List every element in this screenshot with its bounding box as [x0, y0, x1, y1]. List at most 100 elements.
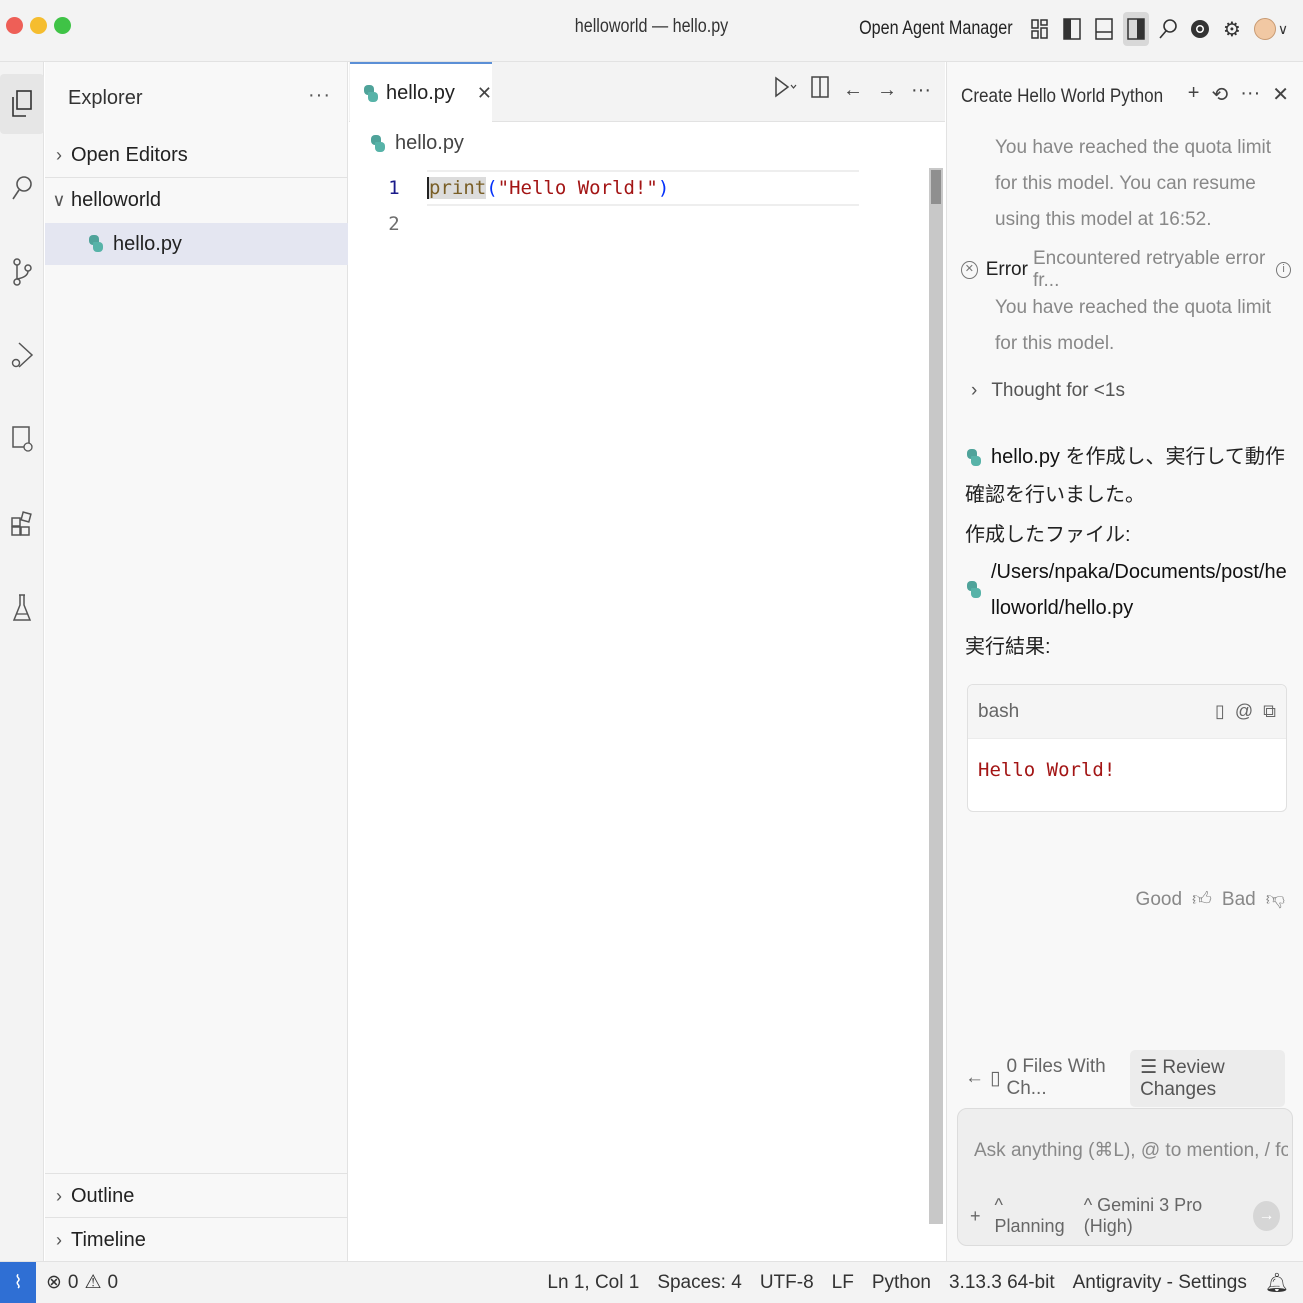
- indentation[interactable]: Spaces: 4: [657, 1272, 742, 1294]
- new-chat-icon[interactable]: +: [1188, 82, 1200, 107]
- python-interpreter[interactable]: 3.13.3 64-bit: [949, 1272, 1055, 1294]
- files-changed-row: ← ▯ 0 Files With Ch... ☰ Review Changes: [965, 1049, 1285, 1107]
- outline-label: Outline: [71, 1184, 135, 1207]
- close-icon[interactable]: ✕: [477, 83, 492, 104]
- chevron-right-icon: ›: [56, 1229, 62, 1250]
- end-of-line[interactable]: LF: [832, 1272, 854, 1294]
- more-actions-icon[interactable]: ···: [1240, 82, 1260, 107]
- thumbs-up-icon[interactable]: 👍︎: [1192, 888, 1212, 911]
- line-number: 2: [388, 213, 400, 235]
- python-file-icon: [87, 234, 105, 254]
- mention-icon[interactable]: @: [1235, 701, 1253, 722]
- settings-link[interactable]: Antigravity - Settings: [1073, 1272, 1247, 1294]
- minimize-window-button[interactable]: [30, 17, 47, 34]
- open-agent-manager-button[interactable]: Open Agent Manager: [859, 18, 1013, 40]
- error-icon: ✕: [961, 261, 978, 279]
- mode-selector[interactable]: ^ Planning: [995, 1195, 1070, 1237]
- testing-icon[interactable]: [0, 578, 44, 638]
- files-changed-label[interactable]: 0 Files With Ch...: [1006, 1056, 1124, 1100]
- folder-helloworld[interactable]: ∨ helloworld: [45, 179, 348, 221]
- close-icon[interactable]: ✕: [1272, 82, 1289, 107]
- gear-icon[interactable]: ⚙: [1219, 12, 1245, 46]
- split-editor-icon[interactable]: [811, 76, 829, 104]
- code-function: print: [427, 177, 487, 199]
- timeline-section[interactable]: › Timeline: [45, 1219, 348, 1261]
- editor-area: hello.py ✕ ← → ··· hello.py 1 2 print("H…: [349, 62, 945, 1261]
- run-debug-icon[interactable]: [0, 326, 44, 386]
- thought-toggle[interactable]: › Thought for <1s: [971, 380, 1125, 402]
- extensions-icon[interactable]: [0, 494, 44, 554]
- model-selector[interactable]: ^ Gemini 3 Pro (High): [1084, 1195, 1239, 1237]
- bad-label[interactable]: Bad: [1222, 889, 1256, 911]
- source-control-icon[interactable]: [0, 242, 44, 302]
- breadcrumb[interactable]: hello.py: [369, 132, 464, 155]
- line-number-gutter: 1 2: [369, 170, 419, 242]
- scrollbar-thumb[interactable]: [931, 170, 941, 204]
- review-changes-button[interactable]: ☰ Review Changes: [1130, 1049, 1285, 1107]
- editor-scrollbar[interactable]: [929, 168, 943, 1224]
- copy-icon[interactable]: ⧉: [1263, 701, 1276, 722]
- chat-input[interactable]: Ask anything (⌘L), @ to mention, / for w…: [974, 1139, 1288, 1162]
- created-file-row: /Users/npaka/Documents/post/helloworld/h…: [965, 554, 1295, 626]
- maximize-window-button[interactable]: [54, 17, 71, 34]
- history-icon[interactable]: ⟲: [1211, 82, 1228, 107]
- problems-indicator[interactable]: ⊗ 0 ⚠ 0: [46, 1271, 118, 1294]
- timeline-label: Timeline: [71, 1228, 146, 1251]
- agent-panel: Create Hello World Python + ⟲ ··· ✕ You …: [946, 62, 1303, 1261]
- thumbs-down-icon[interactable]: 👎︎: [1266, 888, 1285, 911]
- send-button[interactable]: →: [1253, 1201, 1280, 1231]
- open-terminal-icon[interactable]: ▯: [1215, 701, 1225, 722]
- remote-indicator-icon[interactable]: ⌇: [0, 1261, 36, 1303]
- file-hello-py[interactable]: hello.py: [45, 223, 348, 265]
- info-icon[interactable]: i: [1276, 262, 1291, 278]
- more-actions-icon[interactable]: ···: [911, 79, 931, 102]
- line-number: 1: [388, 177, 400, 199]
- encoding[interactable]: UTF-8: [760, 1272, 814, 1294]
- open-editors-section[interactable]: › Open Editors: [45, 134, 348, 176]
- model-label: Gemini 3 Pro (High): [1083, 1195, 1203, 1236]
- toggle-panel-icon[interactable]: [1091, 12, 1117, 46]
- chrome-icon[interactable]: [1187, 12, 1213, 46]
- bash-output-block: bash ▯ @ ⧉ Hello World!: [967, 684, 1287, 812]
- code-editor[interactable]: print("Hello World!"): [427, 170, 859, 242]
- bash-output: Hello World!: [978, 759, 1116, 781]
- code-line[interactable]: print("Hello World!"): [427, 170, 859, 206]
- bell-icon[interactable]: 🔔︎: [1265, 1271, 1289, 1295]
- chevron-down-icon: ∨: [52, 189, 66, 210]
- remote-explorer-icon[interactable]: [0, 410, 44, 470]
- error-row[interactable]: ✕ Error Encountered retryable error fr..…: [961, 248, 1291, 292]
- search-icon[interactable]: [1155, 12, 1181, 46]
- toggle-secondary-sidebar-icon[interactable]: [1123, 12, 1149, 46]
- outline-section[interactable]: › Outline: [45, 1175, 348, 1217]
- quota-message: You have reached the quota limit for thi…: [995, 137, 1272, 230]
- error-label: Error: [985, 259, 1028, 280]
- more-actions-icon[interactable]: ···: [308, 84, 331, 107]
- arrow-left-icon[interactable]: ←: [965, 1067, 984, 1089]
- warning-icon: ⚠: [84, 1272, 102, 1293]
- activity-bar: [0, 62, 44, 1261]
- navigate-back-icon[interactable]: ←: [843, 79, 863, 102]
- code-string: "Hello World!": [497, 177, 658, 199]
- feedback-row: Good 👍︎ Bad 👎︎: [1136, 888, 1285, 911]
- file-link[interactable]: hello.py: [991, 446, 1060, 468]
- tab-hello-py[interactable]: hello.py ✕: [350, 62, 492, 123]
- layout-icon[interactable]: [1027, 12, 1053, 46]
- chat-input-box[interactable]: Ask anything (⌘L), @ to mention, / for w…: [957, 1108, 1293, 1246]
- code-paren: (: [486, 177, 498, 199]
- explorer-icon[interactable]: [0, 74, 44, 134]
- file-path-link[interactable]: /Users/npaka/Documents/post/helloworld/h…: [991, 554, 1291, 626]
- agent-title: Create Hello World Python: [961, 86, 1164, 107]
- close-window-button[interactable]: [6, 17, 23, 34]
- search-icon[interactable]: [0, 158, 44, 218]
- account-menu[interactable]: ∨: [1251, 12, 1291, 46]
- toggle-sidebar-icon[interactable]: [1059, 12, 1085, 46]
- cursor-position[interactable]: Ln 1, Col 1: [547, 1272, 639, 1294]
- run-file-icon[interactable]: [773, 76, 797, 104]
- language-mode[interactable]: Python: [872, 1272, 931, 1294]
- error-icon: ⊗: [46, 1272, 62, 1293]
- code-line[interactable]: [427, 206, 859, 242]
- add-context-icon[interactable]: +: [970, 1206, 981, 1227]
- code-paren: ): [657, 177, 670, 199]
- navigate-forward-icon[interactable]: →: [877, 79, 897, 102]
- good-label[interactable]: Good: [1136, 889, 1182, 911]
